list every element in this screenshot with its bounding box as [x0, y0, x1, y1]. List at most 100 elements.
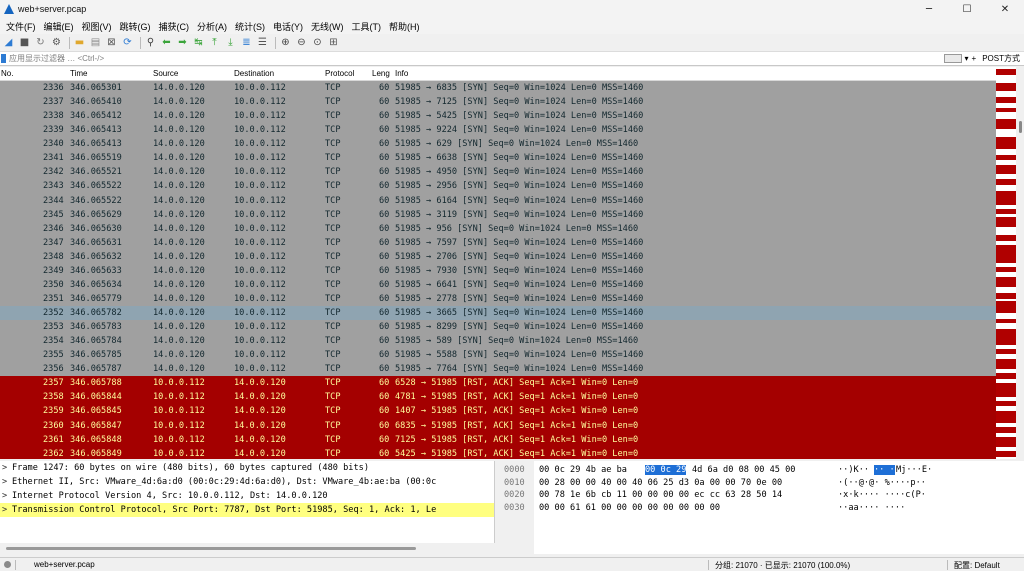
expand-caret-icon[interactable]: >: [2, 491, 12, 501]
packet-details-pane[interactable]: > Frame 1247: 60 bytes on wire (480 bits)…: [0, 461, 495, 543]
close-button[interactable]: ✕: [986, 0, 1024, 18]
detail-tree-item[interactable]: > Transmission Control Protocol, Src Port…: [0, 503, 494, 517]
packet-row[interactable]: 2344 346.065522 14.0.0.120 10.0.0.112 TCP 60 5…: [0, 193, 996, 208]
packet-cell-len: 60: [379, 279, 390, 290]
expand-caret-icon[interactable]: >: [2, 463, 12, 473]
zoom-in-icon[interactable]: ⊕: [279, 37, 292, 49]
menu-go[interactable]: 跳转(G): [116, 20, 155, 33]
scrollbar-thumb[interactable]: [1019, 121, 1022, 133]
go-to-packet-icon[interactable]: ↹: [192, 37, 205, 49]
filter-dropdown-icon[interactable]: ▾: [965, 54, 969, 63]
zoom-normal-icon[interactable]: ⊙: [311, 37, 324, 49]
packet-row[interactable]: 2345 346.065629 14.0.0.120 10.0.0.112 TCP 60 5…: [0, 207, 996, 222]
expand-caret-icon[interactable]: >: [2, 477, 12, 487]
menu-telephony[interactable]: 电话(Y): [269, 20, 307, 33]
packet-row[interactable]: 2354 346.065784 14.0.0.120 10.0.0.112 TCP 60 5…: [0, 334, 996, 349]
packet-row[interactable]: 2338 346.065412 14.0.0.120 10.0.0.112 TCP 60 5…: [0, 109, 996, 124]
menu-wireless[interactable]: 无线(W): [307, 20, 348, 33]
expert-info-icon[interactable]: [4, 561, 11, 568]
filter-expression-button[interactable]: [943, 54, 962, 63]
filter-bookmark-icon[interactable]: [1, 54, 6, 63]
status-profile[interactable]: 配置: Default: [954, 560, 1000, 571]
menu-capture[interactable]: 捕获(C): [155, 20, 194, 33]
packet-row[interactable]: 2346 346.065630 14.0.0.120 10.0.0.112 TCP 60 5…: [0, 221, 996, 236]
go-last-icon[interactable]: ⤓: [224, 37, 237, 49]
packet-cell-proto: TCP: [325, 83, 341, 93]
zoom-out-icon[interactable]: ⊖: [295, 37, 308, 49]
packet-cell-proto: TCP: [325, 195, 341, 206]
options-icon[interactable]: ⚙: [50, 37, 63, 49]
packet-cell-src: 14.0.0.120: [153, 139, 205, 150]
column-protocol[interactable]: Protocol: [325, 69, 354, 78]
open-folder-icon[interactable]: ▬: [73, 37, 86, 49]
packet-cell-src: 14.0.0.120: [153, 237, 205, 248]
colorize-icon[interactable]: ☰: [256, 37, 269, 49]
packet-row[interactable]: 2351 346.065779 14.0.0.120 10.0.0.112 TCP 60 5…: [0, 291, 996, 306]
go-back-icon[interactable]: ⬅: [160, 37, 173, 49]
column-no[interactable]: No.: [1, 69, 13, 78]
column-length[interactable]: Leng: [372, 69, 390, 78]
menu-analyze[interactable]: 分析(A): [193, 20, 231, 33]
packet-row[interactable]: 2337 346.065410 14.0.0.120 10.0.0.112 TCP 60 5…: [0, 95, 996, 110]
packet-row[interactable]: 2341 346.065519 14.0.0.120 10.0.0.112 TCP 60 5…: [0, 151, 996, 166]
display-filter-input[interactable]: 应用显示过滤器 … <Ctrl-/>: [9, 53, 944, 64]
find-icon[interactable]: ⚲: [144, 37, 157, 49]
packet-row[interactable]: 2359 346.065845 10.0.0.112 14.0.0.120 TCP 60 1…: [0, 404, 996, 419]
go-forward-icon[interactable]: ➡: [176, 37, 189, 49]
stop-icon[interactable]: ■: [18, 37, 31, 49]
save-icon[interactable]: ▤: [89, 37, 102, 49]
packet-bytes-pane[interactable]: 0000 00 0c 29 4b ae ba 00 0c 29 4d 6a d0 …: [498, 461, 1024, 554]
menu-tools[interactable]: 工具(T): [348, 20, 386, 33]
menu-statistics[interactable]: 统计(S): [231, 20, 269, 33]
column-time[interactable]: Time: [70, 69, 87, 78]
packet-row[interactable]: 2350 346.065634 14.0.0.120 10.0.0.112 TCP 60 5…: [0, 277, 996, 292]
packet-row[interactable]: 2362 346.065849 10.0.0.112 14.0.0.120 TCP 60 5…: [0, 446, 996, 459]
packet-row[interactable]: 2336 346.065301 14.0.0.120 10.0.0.112 TCP 60 5…: [0, 81, 996, 96]
column-info[interactable]: Info: [395, 69, 408, 78]
packet-row[interactable]: 2342 346.065521 14.0.0.120 10.0.0.112 TCP 60 5…: [0, 165, 996, 180]
hex-offset: 0000: [504, 465, 525, 475]
packet-row[interactable]: 2352 346.065782 14.0.0.120 10.0.0.112 TCP 60 5…: [0, 306, 996, 321]
shark-fin-start-icon[interactable]: ◢: [2, 37, 15, 49]
packet-minimap[interactable]: [996, 67, 1016, 459]
packet-row[interactable]: 2355 346.065785 14.0.0.120 10.0.0.112 TCP 60 5…: [0, 348, 996, 363]
close-file-icon[interactable]: ⊠: [105, 37, 118, 49]
packet-cell-len: 60: [379, 167, 390, 178]
maximize-button[interactable]: ☐: [948, 0, 986, 18]
packet-row[interactable]: 2349 346.065633 14.0.0.120 10.0.0.112 TCP 60 5…: [0, 263, 996, 278]
packet-row[interactable]: 2358 346.065844 10.0.0.112 14.0.0.120 TCP 60 4…: [0, 390, 996, 405]
packet-row[interactable]: 2348 346.065632 14.0.0.120 10.0.0.112 TCP 60 5…: [0, 249, 996, 264]
add-filter-button-icon[interactable]: +: [972, 54, 977, 63]
packet-row[interactable]: 2347 346.065631 14.0.0.120 10.0.0.112 TCP 60 5…: [0, 235, 996, 250]
detail-tree-item[interactable]: > Ethernet II, Src: VMware_4d:6a:d0 (00:0…: [0, 475, 494, 489]
go-first-icon[interactable]: ⤒: [208, 37, 221, 49]
menu-file[interactable]: 文件(F): [2, 20, 40, 33]
restart-icon[interactable]: ↻: [34, 37, 47, 49]
details-hscrollbar[interactable]: [6, 547, 416, 550]
packet-row[interactable]: 2353 346.065783 14.0.0.120 10.0.0.112 TCP 60 5…: [0, 320, 996, 335]
packet-list-scrollbar[interactable]: [1016, 67, 1024, 459]
reload-icon[interactable]: ⟳: [121, 37, 134, 49]
column-destination[interactable]: Destination: [234, 69, 274, 78]
detail-tree-item[interactable]: > Internet Protocol Version 4, Src: 10.0.…: [0, 489, 494, 503]
menu-view[interactable]: 视图(V): [78, 20, 116, 33]
column-source[interactable]: Source: [153, 69, 178, 78]
resize-columns-icon[interactable]: ⊞: [327, 37, 340, 49]
autoscroll-icon[interactable]: ≣: [240, 37, 253, 49]
minimap-mark: [996, 137, 1016, 149]
menu-help[interactable]: 帮助(H): [385, 20, 424, 33]
packet-row[interactable]: 2356 346.065787 14.0.0.120 10.0.0.112 TCP 60 5…: [0, 362, 996, 377]
packet-row[interactable]: 2343 346.065522 14.0.0.120 10.0.0.112 TCP 60 5…: [0, 179, 996, 194]
packet-cell-no: 2350: [43, 279, 64, 290]
packet-list[interactable]: 2336 346.065301 14.0.0.120 10.0.0.112 TCP 60 5…: [0, 81, 996, 459]
detail-tree-item[interactable]: > Frame 1247: 60 bytes on wire (480 bits)…: [0, 461, 494, 475]
menu-edit[interactable]: 编辑(E): [40, 20, 78, 33]
minimize-button[interactable]: ─: [910, 0, 948, 18]
post-filter-button[interactable]: POST方式: [982, 53, 1020, 64]
packet-row[interactable]: 2361 346.065848 10.0.0.112 14.0.0.120 TCP 60 7…: [0, 432, 996, 447]
packet-row[interactable]: 2360 346.065847 10.0.0.112 14.0.0.120 TCP 60 6…: [0, 418, 996, 433]
expand-caret-icon[interactable]: >: [2, 505, 12, 515]
packet-row[interactable]: 2340 346.065413 14.0.0.120 10.0.0.112 TCP 60 5…: [0, 137, 996, 152]
packet-row[interactable]: 2357 346.065788 10.0.0.112 14.0.0.120 TCP 60 6…: [0, 376, 996, 391]
packet-row[interactable]: 2339 346.065413 14.0.0.120 10.0.0.112 TCP 60 5…: [0, 123, 996, 138]
